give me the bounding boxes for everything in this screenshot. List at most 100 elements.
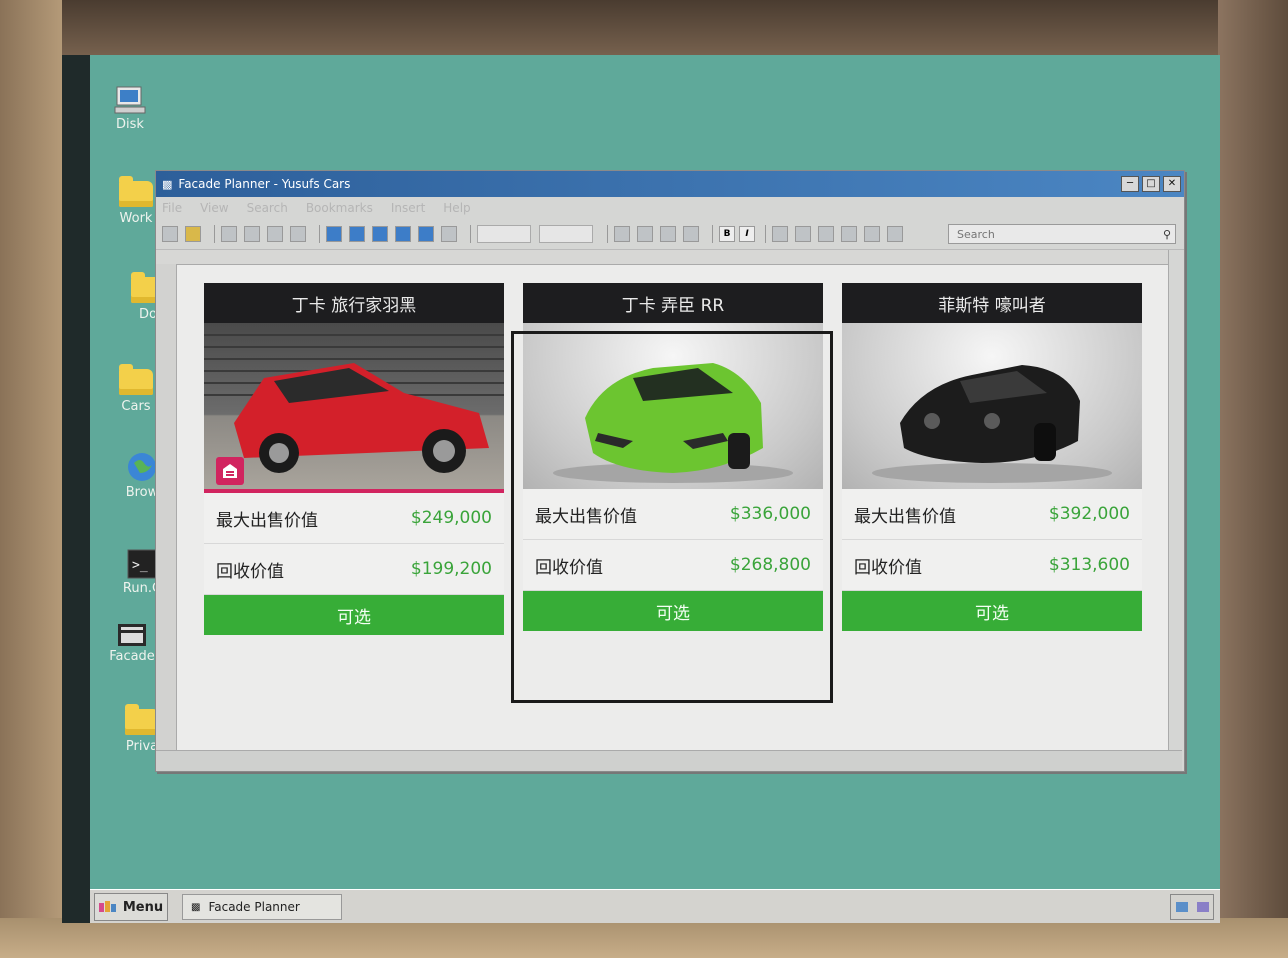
search-icon[interactable]: ⚲ (1163, 228, 1175, 241)
buyback-row: 回收价值 $313,600 (842, 540, 1142, 591)
toolbar: B I ⚲ (156, 219, 1184, 250)
desktop-icon-label: Work (119, 211, 153, 226)
facade-logo-icon (118, 624, 146, 646)
car-card-3[interactable]: 菲斯特 嚎叫者 最大出售价值 $392,000 回收价值 $313,600 可选 (842, 283, 1142, 631)
maximize-button[interactable]: □ (1142, 176, 1160, 192)
italic-button[interactable]: I (739, 226, 755, 242)
car-rim (433, 440, 455, 462)
justify-icon[interactable] (887, 226, 903, 242)
desktop-icon-label: Priva (125, 739, 159, 754)
taskbar-item-label: Facade Planner (208, 900, 300, 914)
toolbar-separator (214, 225, 215, 243)
format-painter-icon[interactable] (290, 226, 306, 242)
merge-cells-icon[interactable] (395, 226, 411, 242)
menu-file[interactable]: File (162, 201, 182, 215)
desktop-icon-label: Cars (121, 399, 151, 414)
car-name: 菲斯特 嚎叫者 (842, 283, 1142, 323)
new-icon[interactable] (162, 226, 178, 242)
desktop: Disk Work Do Cars Brow >_ Run.C Facade P… (62, 55, 1220, 923)
buyback-label: 回收价值 (216, 561, 284, 582)
window-titlebar[interactable]: ▩ Facade Planner - Yusufs Cars ─ □ ✕ (156, 171, 1184, 197)
start-menu-label: Menu (122, 899, 164, 915)
desktop-icon-label: Disk (116, 117, 144, 132)
window-status-bar (156, 750, 1182, 771)
computer-icon (114, 86, 146, 114)
bold-button[interactable]: B (719, 226, 735, 242)
buyback-row: 回收价值 $199,200 (204, 544, 504, 595)
insert-row-icon[interactable] (326, 226, 342, 242)
insert-column-icon[interactable] (349, 226, 365, 242)
network-icon[interactable] (1175, 902, 1188, 912)
car-wheel (1034, 423, 1056, 461)
select-car-button[interactable]: 可选 (842, 591, 1142, 631)
menu-bookmarks[interactable]: Bookmarks (306, 201, 373, 215)
border-icon[interactable] (614, 226, 630, 242)
select-car-button[interactable]: 可选 (204, 595, 504, 635)
save-icon[interactable] (185, 226, 201, 242)
split-cells-icon[interactable] (418, 226, 434, 242)
start-menu-button[interactable]: Menu (94, 893, 168, 921)
taskbar-item-facade-planner[interactable]: ▩ Facade Planner (182, 894, 342, 920)
desktop-icon-disk[interactable]: Disk (90, 85, 170, 132)
car-card-1[interactable]: 丁卡 旅行家羽黑 最大出售价值 $249,000 回收价值 $199,200 可… (204, 283, 504, 635)
print-icon[interactable] (267, 226, 283, 242)
monitor-bezel-right (1218, 0, 1288, 958)
numbered-list-icon[interactable] (795, 226, 811, 242)
car-illustration (872, 365, 1112, 483)
menu-help[interactable]: Help (443, 201, 470, 215)
border-top-icon[interactable] (637, 226, 653, 242)
window-title: Facade Planner - Yusufs Cars (178, 177, 351, 191)
menu-search[interactable]: Search (247, 201, 288, 215)
car-headlight (924, 413, 940, 429)
align-right-icon[interactable] (864, 226, 880, 242)
car-illustration (204, 334, 504, 473)
buyback-label: 回收价值 (854, 557, 922, 578)
max-value-row: 最大出售价值 $392,000 (842, 489, 1142, 540)
menu-logo-icon (98, 901, 116, 912)
terminal-icon: >_ (127, 549, 157, 579)
toolbar-separator (607, 225, 608, 243)
screen-edge-shadow (62, 55, 90, 923)
close-button[interactable]: ✕ (1163, 176, 1181, 192)
menu-view[interactable]: View (200, 201, 228, 215)
monitor-bezel-bottom (0, 918, 1288, 958)
line-spacing-select[interactable] (539, 225, 593, 243)
column-header (156, 250, 1168, 265)
search-box[interactable]: ⚲ (948, 224, 1176, 244)
border-all-icon[interactable] (660, 226, 676, 242)
display-icon[interactable] (1196, 902, 1209, 912)
app-icon: ▩ (162, 177, 173, 191)
copy-icon[interactable] (221, 226, 237, 242)
font-size-select[interactable] (477, 225, 531, 243)
minimize-button[interactable]: ─ (1121, 176, 1139, 192)
max-value-amount: $249,000 (410, 508, 492, 528)
taskbar: Menu ▩ Facade Planner (90, 889, 1220, 923)
toolbar-separator (470, 225, 471, 243)
add-cell-icon[interactable] (372, 226, 388, 242)
buyback-amount: $199,200 (410, 559, 492, 579)
delete-cell-icon[interactable] (441, 226, 457, 242)
app-icon: ▩ (191, 901, 201, 913)
paste-icon[interactable] (244, 226, 260, 242)
align-center-icon[interactable] (841, 226, 857, 242)
vertical-scrollbar[interactable] (1168, 250, 1183, 750)
car-name: 丁卡 旅行家羽黑 (204, 283, 504, 323)
car-image (204, 323, 504, 493)
max-value-row: 最大出售价值 $249,000 (204, 493, 504, 544)
car-shadow (872, 463, 1112, 483)
list-icon[interactable] (772, 226, 788, 242)
toolbar-separator (765, 225, 766, 243)
car-image (842, 323, 1142, 489)
toolbar-separator (712, 225, 713, 243)
system-tray[interactable] (1170, 894, 1214, 920)
menu-insert[interactable]: Insert (391, 201, 425, 215)
monitor-bezel-left (0, 0, 62, 958)
toolbar-separator (319, 225, 320, 243)
menu-bar: File View Search Bookmarks Insert Help (156, 197, 1184, 219)
border-bottom-icon[interactable] (683, 226, 699, 242)
svg-text:>_: >_ (132, 558, 148, 573)
row-header (156, 264, 177, 750)
max-value-label: 最大出售价值 (216, 510, 318, 531)
align-left-icon[interactable] (818, 226, 834, 242)
search-input[interactable] (955, 226, 1163, 242)
